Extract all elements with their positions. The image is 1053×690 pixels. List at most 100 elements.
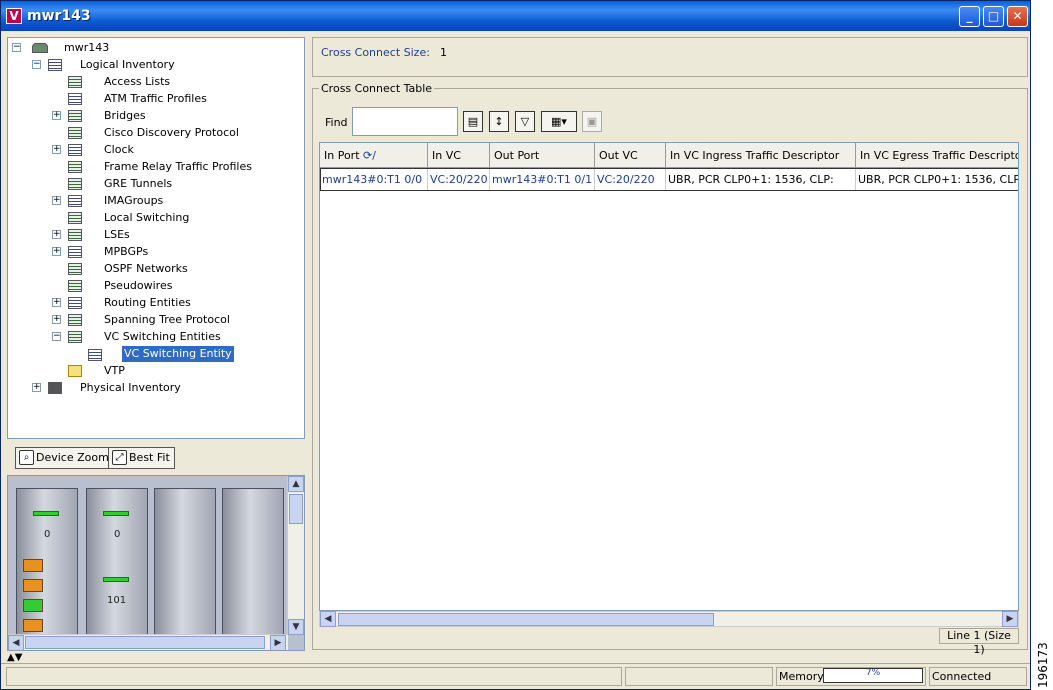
list-icon <box>68 93 82 105</box>
scroll-thumb[interactable] <box>25 636 265 649</box>
tree-item-label: IMAGroups <box>104 194 164 207</box>
scroll-right-icon[interactable]: ▶ <box>270 635 286 650</box>
device-zoom-label: Device Zoom <box>36 451 109 464</box>
title-bar[interactable]: V mwr143 _ □ ✕ <box>1 1 1030 31</box>
minimize-button[interactable]: _ <box>959 6 980 27</box>
router-icon <box>32 43 48 53</box>
chassis-card[interactable] <box>222 488 284 636</box>
chassis-card[interactable]: 0 101 <box>86 488 148 636</box>
list-icon <box>68 331 82 343</box>
tree-vtp-label: VTP <box>104 364 125 377</box>
splitter-arrows-icon[interactable]: ▲▼ <box>7 652 22 663</box>
tree-item-label: Bridges <box>104 109 146 122</box>
tree-item-label: Access Lists <box>104 75 171 88</box>
tree-root-label: mwr143 <box>64 41 110 54</box>
app-window: V mwr143 _ □ ✕ − mwr143 − Logical Invent… <box>0 0 1031 690</box>
scroll-left-icon[interactable]: ◀ <box>8 635 24 650</box>
cell-ingress-descriptor: UBR, PCR CLP0+1: 1536, CLP: <box>666 169 856 190</box>
sort-refresh-icon: ⟳/ <box>363 149 376 162</box>
device-zoom-button[interactable]: ⌕ Device Zoom <box>15 447 114 469</box>
tree-selected-label: VC Switching Entity <box>122 346 234 362</box>
column-header-in-port[interactable]: In Port ⟳/ <box>320 143 428 168</box>
expand-icon[interactable]: + <box>52 298 61 307</box>
tree-item-label: MPBGPs <box>104 245 149 258</box>
list-icon <box>68 280 82 292</box>
list-icon <box>68 110 82 122</box>
find-input[interactable] <box>352 107 458 136</box>
chassis-card[interactable] <box>154 488 216 636</box>
disabled-action-icon: ▣ <box>582 111 602 132</box>
card-number: 101 <box>107 595 127 606</box>
column-header-label: In Port <box>324 149 360 162</box>
expand-icon[interactable]: + <box>52 315 61 324</box>
collapse-icon[interactable]: − <box>52 332 61 341</box>
cell-egress-descriptor: UBR, PCR CLP0+1: 1536, CLP: <box>856 169 1018 190</box>
cell-out-vc: VC:20/220 <box>595 169 666 190</box>
card-number: 0 <box>114 529 121 540</box>
column-header-out-port[interactable]: Out Port <box>490 143 595 168</box>
expand-icon[interactable]: + <box>52 196 61 205</box>
device-view[interactable]: 0 0 101 ▲ ▼ ◀ ▶ <box>7 475 305 651</box>
table-horizontal-scrollbar[interactable]: ◀ ▶ <box>319 611 1019 627</box>
column-header-egress-descriptor[interactable]: In VC Egress Traffic Descriptor <box>856 143 1018 168</box>
tree-item-label: ATM Traffic Profiles <box>104 92 207 105</box>
tree-item-label: VC Switching Entities <box>104 330 221 343</box>
table-properties-icon[interactable]: ▤ <box>463 111 483 132</box>
fit-icon: ⤢ <box>112 450 127 465</box>
inventory-tree[interactable]: − mwr143 − Logical Inventory Access List… <box>7 37 305 439</box>
cell-out-port: mwr143#0:T1 0/1 <box>490 169 595 190</box>
best-fit-button[interactable]: ⤢ Best Fit <box>108 447 175 469</box>
chassis-card[interactable]: 0 <box>16 488 78 636</box>
column-header-in-vc[interactable]: In VC <box>428 143 490 168</box>
port-icon[interactable] <box>23 579 43 592</box>
app-logo-icon: V <box>6 8 22 24</box>
collapse-icon[interactable]: − <box>32 60 41 69</box>
cross-connect-info: Cross Connect Size: 1 <box>312 37 1028 77</box>
device-vertical-scrollbar[interactable]: ▲ ▼ <box>287 476 304 635</box>
sort-az-icon[interactable]: ↕ <box>489 111 509 132</box>
cross-connect-table[interactable]: In Port ⟳/ In VC Out Port Out VC In VC I… <box>319 142 1019 611</box>
column-header-out-vc[interactable]: Out VC <box>595 143 666 168</box>
device-horizontal-scrollbar[interactable]: ◀ ▶ <box>8 634 288 650</box>
scroll-up-icon[interactable]: ▲ <box>288 476 304 492</box>
line-status: Line 1 (Size 1) <box>939 628 1019 656</box>
expand-icon[interactable]: + <box>52 145 61 154</box>
connection-status: Connected <box>929 667 1027 686</box>
close-button[interactable]: ✕ <box>1007 6 1028 27</box>
scroll-thumb[interactable] <box>338 613 714 626</box>
entity-icon <box>88 349 102 361</box>
expand-icon[interactable]: + <box>32 383 41 392</box>
tree-item-label: Local Switching <box>104 211 190 224</box>
tree-physical-label: Physical Inventory <box>80 381 181 394</box>
scroll-right-icon[interactable]: ▶ <box>1002 611 1018 627</box>
scroll-down-icon[interactable]: ▼ <box>288 619 304 635</box>
status-led <box>103 511 129 516</box>
logical-inventory-icon <box>48 59 62 71</box>
collapse-icon[interactable]: − <box>12 43 21 52</box>
memory-bar: 7% <box>823 668 923 683</box>
list-icon <box>68 144 82 156</box>
status-led <box>103 577 129 582</box>
scroll-thumb[interactable] <box>289 494 303 524</box>
expand-icon[interactable]: + <box>52 111 61 120</box>
magnifier-icon: ⌕ <box>19 450 34 465</box>
physical-inventory-icon <box>48 382 62 394</box>
list-icon <box>68 195 82 207</box>
port-icon[interactable] <box>23 559 43 572</box>
port-icon[interactable] <box>23 619 43 632</box>
maximize-button[interactable]: □ <box>983 6 1004 27</box>
export-menu-icon[interactable]: ▦▾ <box>541 111 577 132</box>
port-icon[interactable] <box>23 599 43 612</box>
list-icon <box>68 246 82 258</box>
filter-icon[interactable]: ▽ <box>515 111 535 132</box>
tree-item-label: Clock <box>104 143 134 156</box>
column-header-ingress-descriptor[interactable]: In VC Ingress Traffic Descriptor <box>666 143 856 168</box>
table-toolbar: Find : ▤ ↕ ▽ ▦▾ ▣ <box>319 102 1019 141</box>
list-icon <box>68 178 82 190</box>
expand-icon[interactable]: + <box>52 247 61 256</box>
expand-icon[interactable]: + <box>52 230 61 239</box>
cross-connect-size-label: Cross Connect Size: <box>321 46 430 59</box>
vtp-icon <box>68 365 82 377</box>
list-icon <box>68 297 82 309</box>
scroll-left-icon[interactable]: ◀ <box>320 611 336 627</box>
